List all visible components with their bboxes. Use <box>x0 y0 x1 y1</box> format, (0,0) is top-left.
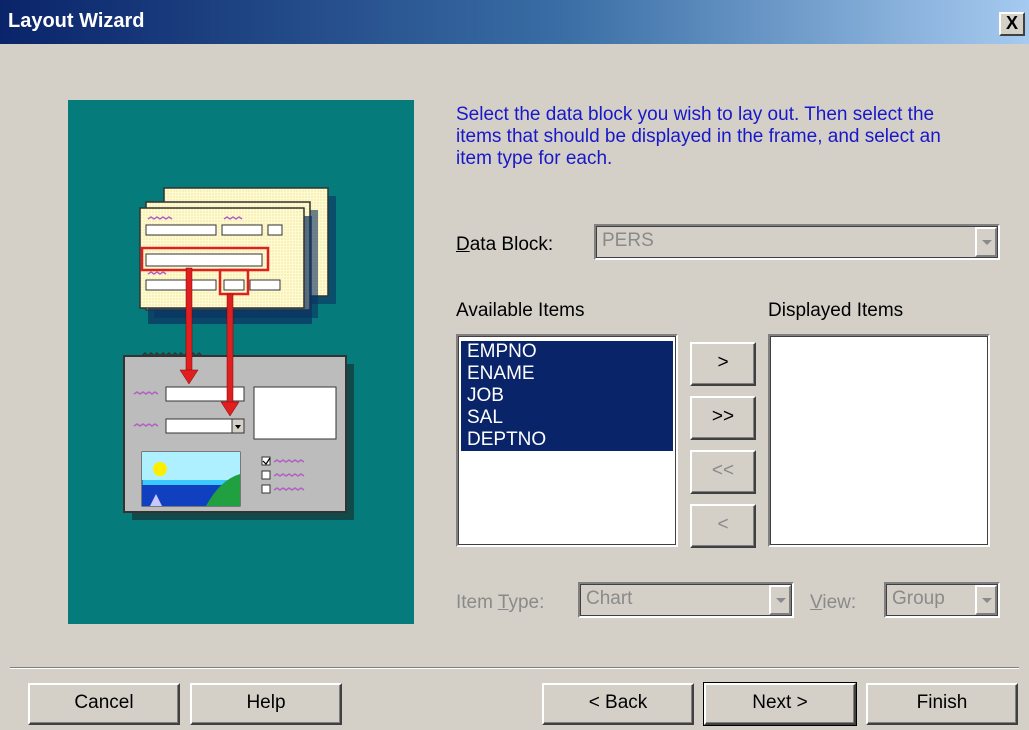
displayed-items-list[interactable] <box>768 334 990 547</box>
item-type-label: Item Type: <box>456 592 545 613</box>
back-button[interactable]: < Back <box>542 683 694 725</box>
footer-separator <box>10 667 1019 669</box>
instructions-text: Select the data block you wish to lay ou… <box>456 104 941 169</box>
move-selected-button[interactable]: > <box>690 342 756 386</box>
chevron-down-icon[interactable] <box>769 585 791 615</box>
remove-selected-button[interactable]: < <box>690 504 756 548</box>
view-combo[interactable]: Group <box>884 582 1000 618</box>
displayed-items-label: Displayed Items <box>768 300 904 321</box>
close-button[interactable]: X <box>999 12 1025 36</box>
layout-diagram-icon <box>123 187 354 520</box>
move-all-button[interactable]: >> <box>690 396 756 440</box>
available-items-list[interactable]: EMPNO ENAME JOB SAL DEPTNO <box>456 334 678 547</box>
chevron-down-icon[interactable] <box>975 585 997 615</box>
close-icon: X <box>1005 13 1018 33</box>
list-item[interactable]: ENAME <box>461 363 673 385</box>
chevron-down-icon[interactable] <box>975 227 997 257</box>
wizard-illustration <box>68 100 414 624</box>
title-bar: Layout Wizard X <box>0 0 1029 44</box>
list-item[interactable]: SAL <box>461 407 673 429</box>
data-block-combo[interactable]: PERS <box>594 224 1000 260</box>
help-button[interactable]: Help <box>190 683 342 725</box>
item-type-value: Chart <box>586 588 633 609</box>
data-block-label: Data Block: <box>456 234 554 255</box>
list-item[interactable]: JOB <box>461 385 673 407</box>
view-label: View: <box>810 592 857 613</box>
list-item[interactable]: EMPNO <box>461 341 673 363</box>
view-value: Group <box>892 588 945 609</box>
available-items-label: Available Items <box>456 300 585 321</box>
window-title: Layout Wizard <box>8 10 145 32</box>
list-item[interactable]: DEPTNO <box>461 429 673 451</box>
remove-all-button[interactable]: << <box>690 450 756 494</box>
data-block-value: PERS <box>602 230 654 251</box>
finish-button[interactable]: Finish <box>866 683 1018 725</box>
next-button[interactable]: Next > <box>703 682 857 726</box>
item-type-combo[interactable]: Chart <box>578 582 794 618</box>
cancel-button[interactable]: Cancel <box>28 683 180 725</box>
